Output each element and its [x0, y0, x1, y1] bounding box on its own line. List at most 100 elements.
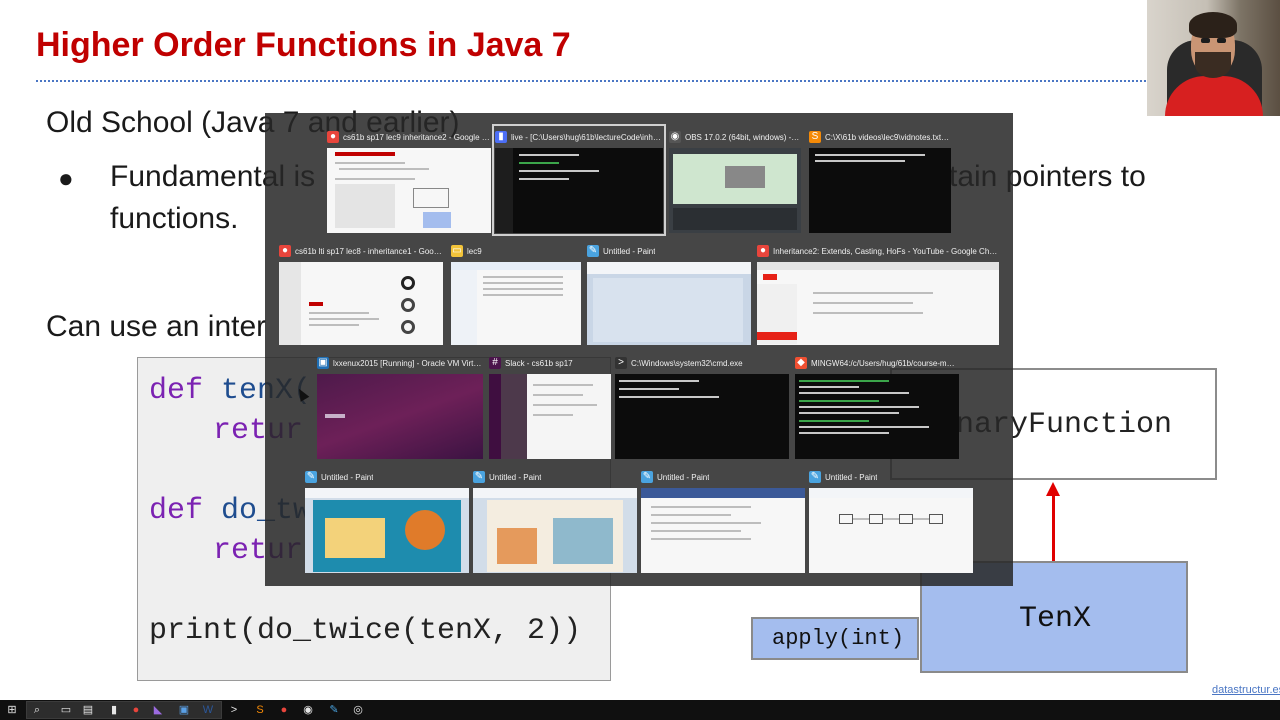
slide-title: Higher Order Functions in Java 7	[36, 26, 571, 64]
window-header: ● Inheritance2: Extends, Casting, HoFs - …	[757, 241, 999, 261]
window-thumbnail	[809, 148, 951, 233]
window-title: cs61b lti sp17 lec8 - inheritance1 - Goo…	[295, 246, 443, 256]
window-header: > C:\Windows\system32\cmd.exe	[615, 353, 789, 373]
window-thumbnail	[317, 374, 483, 459]
chrome-icon: ●	[279, 245, 291, 257]
keyword-def: def	[149, 374, 204, 408]
switcher-window-obs[interactable]: ◉ OBS 17.0.2 (64bit, windows) - Profile..…	[669, 127, 801, 233]
switcher-window-paint-5[interactable]: ✎ Untitled - Paint	[809, 467, 973, 573]
paint-icon: ✎	[641, 471, 653, 483]
window-title: Untitled - Paint	[825, 472, 878, 482]
window-header: ✎ Untitled - Paint	[473, 467, 637, 487]
window-thumbnail	[809, 488, 973, 573]
window-thumbnail	[795, 374, 959, 459]
chrome-icon[interactable]: ●	[276, 702, 292, 718]
can-use-text: Can use an inter	[46, 310, 267, 343]
git-icon: ◆	[795, 357, 807, 369]
window-title: Untitled - Paint	[657, 472, 710, 482]
visual-studio-icon[interactable]: ◣	[150, 702, 166, 718]
chrome-icon: ●	[327, 131, 339, 143]
window-header: ✎ Untitled - Paint	[305, 467, 469, 487]
switcher-window-youtube[interactable]: ● Inheritance2: Extends, Casting, HoFs - …	[757, 241, 999, 345]
window-title: C:\X\61b videos\lec9\vidnotes.txt - Subl…	[825, 132, 951, 142]
terminal-icon[interactable]: ▮	[106, 702, 122, 718]
cmd-icon[interactable]: >	[226, 702, 242, 718]
search-icon: ⌕	[33, 704, 41, 716]
folder-icon: ▭	[451, 245, 463, 257]
paint-icon: ✎	[305, 471, 317, 483]
window-thumbnail	[587, 262, 751, 345]
code-line-print: print(do_twice(tenX, 2))	[149, 614, 582, 648]
sublime-icon: S	[809, 131, 821, 143]
word-icon[interactable]: W	[200, 702, 216, 718]
window-header: ✎ Untitled - Paint	[587, 241, 751, 261]
title-divider	[36, 80, 1146, 82]
switcher-window-slides-lec9[interactable]: ● cs61b sp17 lec9 inheritance2 - Google S…	[327, 127, 491, 233]
window-header: ✎ Untitled - Paint	[809, 467, 973, 487]
webcam-eye-right	[1217, 38, 1226, 43]
virtualbox-icon[interactable]: ▣	[176, 702, 192, 718]
file-explorer-icon[interactable]: ▤	[80, 702, 96, 718]
paint-icon: ✎	[809, 471, 821, 483]
switcher-window-git-bash[interactable]: ◆ MINGW64:/c/Users/hug/61b/course-materia…	[795, 353, 959, 459]
paint-icon: ✎	[587, 245, 599, 257]
switcher-window-virtualbox[interactable]: ▣ lxxenux2015 [Running] - Oracle VM Virtu…	[317, 353, 483, 459]
window-header: ● cs61b lti sp17 lec8 - inheritance1 - Go…	[279, 241, 443, 261]
switcher-window-paint-2[interactable]: ✎ Untitled - Paint	[305, 467, 469, 573]
switcher-window-sublime[interactable]: S C:\X\61b videos\lec9\vidnotes.txt - Sub…	[809, 127, 951, 233]
windows-start-icon[interactable]: ⊞	[4, 702, 20, 718]
webcam-overlay	[1147, 0, 1280, 116]
window-title: Untitled - Paint	[603, 246, 656, 256]
window-thumbnail	[489, 374, 611, 459]
obs-icon[interactable]: ◉	[300, 702, 316, 718]
site-link[interactable]: datastructur.es	[1212, 684, 1280, 696]
bullet-marker: ●	[58, 163, 74, 193]
window-title: MINGW64:/c/Users/hug/61b/course-material…	[811, 358, 959, 368]
switcher-window-paint-3[interactable]: ✎ Untitled - Paint	[473, 467, 637, 573]
window-thumbnail	[757, 262, 999, 345]
window-title: lec9	[467, 246, 482, 256]
switcher-window-paint-1[interactable]: ✎ Untitled - Paint	[587, 241, 751, 345]
windows-taskbar: ⊞ ⌕ ▭ ▤ ▮ ● ◣ ▣ W > S ● ◉ ✎ ◎	[0, 700, 1280, 720]
window-title: Slack - cs61b sp17	[505, 358, 573, 368]
switcher-window-live-terminal[interactable]: ▮ live - [C:\Users\hug\61b\lectureCode\in…	[492, 124, 666, 236]
task-view-icon[interactable]: ▭	[58, 702, 74, 718]
paint-icon[interactable]: ✎	[326, 702, 342, 718]
taskbar-search-box[interactable]: ⌕	[26, 701, 222, 719]
window-header: # Slack - cs61b sp17	[489, 353, 611, 373]
window-header: ● cs61b sp17 lec9 inheritance2 - Google S…	[327, 127, 491, 147]
switcher-window-cmd[interactable]: > C:\Windows\system32\cmd.exe	[615, 353, 789, 459]
window-thumbnail	[279, 262, 443, 345]
tenx-class-label: TenX	[1019, 602, 1092, 636]
cmd-icon: >	[615, 357, 627, 369]
window-title: Untitled - Paint	[489, 472, 542, 482]
window-title: live - [C:\Users\hug\61b\lectureCode\inh…	[511, 132, 663, 142]
webcam-person-beard	[1195, 52, 1231, 78]
sublime-icon[interactable]: S	[252, 702, 268, 718]
webcam-eye-left	[1201, 38, 1210, 43]
window-header: ▣ lxxenux2015 [Running] - Oracle VM Virtu…	[317, 353, 483, 373]
window-title: cs61b sp17 lec9 inheritance2 - Google Sl…	[343, 132, 491, 142]
switcher-window-slides-lec8[interactable]: ● cs61b lti sp17 lec8 - inheritance1 - Go…	[279, 241, 443, 345]
slack-icon: #	[489, 357, 501, 369]
bullet-text-line2: functions.	[110, 202, 239, 235]
inheritance-arrow	[1052, 494, 1055, 561]
window-title: Untitled - Paint	[321, 472, 374, 482]
switcher-window-lec9-folder[interactable]: ▭ lec9	[451, 241, 581, 345]
window-switcher: ● cs61b sp17 lec9 inheritance2 - Google S…	[265, 113, 1013, 586]
switcher-window-slack[interactable]: # Slack - cs61b sp17	[489, 353, 611, 459]
window-header: ▮ live - [C:\Users\hug\61b\lectureCode\in…	[495, 127, 663, 147]
switcher-window-paint-4[interactable]: ✎ Untitled - Paint	[641, 467, 805, 573]
system-tray[interactable]	[1208, 703, 1258, 717]
virtualbox-icon: ▣	[317, 357, 329, 369]
paint-icon: ✎	[473, 471, 485, 483]
keyword-def: def	[149, 494, 204, 528]
window-header: ◉ OBS 17.0.2 (64bit, windows) - Profile..…	[669, 127, 801, 147]
window-title: OBS 17.0.2 (64bit, windows) - Profile...	[685, 132, 801, 142]
webcam-person-hair	[1189, 12, 1237, 38]
apply-method-label: apply(int)	[772, 626, 905, 651]
chrome-icon[interactable]: ●	[128, 702, 144, 718]
github-icon[interactable]: ◎	[350, 702, 366, 718]
window-thumbnail	[327, 148, 491, 233]
window-thumbnail	[473, 488, 637, 573]
